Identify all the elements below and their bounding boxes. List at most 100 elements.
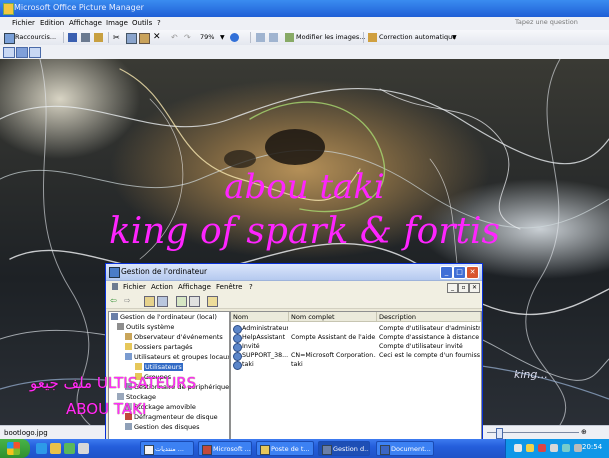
chevron-down-icon[interactable]: ▼ — [220, 33, 229, 42]
app-icon — [3, 3, 14, 15]
users-groups-icon — [125, 353, 132, 360]
shortcuts-button[interactable]: Raccourcis... — [15, 32, 56, 43]
menu-image[interactable]: Image — [106, 19, 128, 27]
rotate-left-icon[interactable] — [256, 33, 265, 42]
storage-icon — [117, 393, 124, 400]
single-picture-view-icon[interactable] — [29, 47, 41, 58]
user-icon — [233, 343, 242, 352]
zoom-in-icon[interactable]: ⊕ — [581, 428, 590, 437]
task-button[interactable]: Microsoft ... — [198, 441, 252, 456]
tray-warning-icon[interactable] — [526, 444, 534, 452]
quicklaunch-folder-icon[interactable] — [50, 443, 61, 454]
tray-connection-icon[interactable] — [562, 444, 570, 452]
thumbnail-view-icon[interactable] — [3, 47, 15, 58]
close-button[interactable]: ✕ — [466, 266, 479, 279]
email-icon[interactable] — [94, 33, 103, 42]
tree-node[interactable]: Dossiers partagés — [125, 343, 193, 352]
menu-edition[interactable]: Edition — [40, 19, 64, 27]
redo-icon[interactable]: ↷ — [184, 33, 193, 42]
minimize-button[interactable]: _ — [440, 266, 453, 279]
tray-volume-icon[interactable] — [550, 444, 558, 452]
tree-node[interactable]: Gestion de l'ordinateur (local) — [111, 313, 217, 322]
back-arrow-icon[interactable]: ⇦ — [110, 296, 119, 305]
user-fullname: Compte Assistant de l'aide... — [291, 334, 376, 341]
user-name[interactable]: Administrateur — [242, 324, 288, 333]
child-restore-button[interactable]: ▫ — [458, 283, 469, 293]
overlay-users-text: ULTISATEURS — [96, 374, 197, 392]
start-button[interactable] — [0, 439, 30, 458]
task-button[interactable]: منتديات ... — [140, 441, 194, 456]
toolbar-overflow-icon[interactable]: ▼ — [452, 33, 461, 42]
export-list-icon[interactable] — [189, 296, 200, 307]
rotate-right-icon[interactable] — [269, 33, 278, 42]
user-name[interactable]: SUPPORT_38... — [242, 351, 288, 360]
menu-outils[interactable]: Outils — [132, 19, 152, 27]
zoom-select[interactable]: 79% — [200, 32, 214, 43]
tree-node[interactable]: Observateur d'événements — [125, 333, 223, 342]
task-management-icon — [322, 445, 332, 455]
tools-icon — [117, 323, 124, 330]
properties-icon[interactable] — [207, 296, 218, 307]
tree-node[interactable]: Gestion des disques — [125, 423, 199, 432]
user-name[interactable]: Invité — [242, 342, 288, 351]
child-close-button[interactable]: ✕ — [469, 283, 480, 293]
user-name[interactable]: taki — [242, 360, 288, 369]
cm-menu-help[interactable]: ? — [249, 283, 253, 291]
zoom-slider-handle[interactable] — [496, 428, 503, 439]
user-name[interactable]: HelpAssistant — [242, 333, 288, 342]
help-icon[interactable] — [230, 33, 239, 42]
picture-manager-titlebar: Microsoft Office Picture Manager — [0, 0, 609, 17]
toolbar-separator — [363, 32, 364, 43]
edit-images-icon[interactable] — [285, 33, 294, 42]
undo-icon[interactable]: ↶ — [171, 33, 180, 42]
tree-node[interactable]: Utilisateurs et groupes locaux — [125, 353, 229, 362]
maximize-button[interactable]: □ — [453, 266, 466, 279]
cut-icon[interactable]: ✂ — [113, 33, 122, 42]
column-header-name[interactable]: Nom — [231, 312, 289, 322]
copy-icon[interactable] — [126, 33, 137, 44]
help-search-input[interactable]: Tapez une question — [515, 18, 607, 28]
task-button[interactable]: Document... — [376, 441, 434, 456]
tree-node[interactable]: Outils système — [117, 323, 174, 332]
computer-management-icon — [109, 267, 120, 278]
column-header-description[interactable]: Description — [377, 312, 481, 322]
shortcuts-icon[interactable] — [4, 33, 15, 44]
cm-menu-fichier[interactable]: Fichier — [123, 283, 146, 291]
refresh-icon[interactable] — [176, 296, 187, 307]
child-minimize-button[interactable]: _ — [447, 283, 458, 293]
menu-help[interactable]: ? — [157, 19, 161, 27]
cm-menu-action[interactable]: Action — [151, 283, 173, 291]
art-signature: king... — [514, 368, 548, 381]
computer-icon — [111, 313, 118, 320]
filmstrip-view-icon[interactable] — [16, 47, 28, 58]
edit-images-button[interactable]: Modifier les images... — [296, 32, 365, 43]
shared-folder-icon — [125, 343, 132, 350]
quicklaunch-desktop-icon[interactable] — [78, 443, 89, 454]
forward-arrow-icon[interactable]: ⇨ — [124, 296, 133, 305]
tray-misc-icon[interactable] — [574, 444, 582, 452]
auto-correct-button[interactable]: Correction automatique — [379, 32, 456, 43]
task-button-active[interactable]: Gestion d... — [318, 441, 370, 456]
cm-menu-affichage[interactable]: Affichage — [178, 283, 211, 291]
column-header-fullname[interactable]: Nom complet — [289, 312, 377, 322]
cm-system-menu-icon[interactable] — [112, 283, 118, 290]
task-button[interactable]: Poste de t... — [256, 441, 314, 456]
save-icon[interactable] — [68, 33, 77, 42]
menu-affichage[interactable]: Affichage — [69, 19, 102, 27]
tree-node-selected[interactable]: Utilisateurs — [135, 363, 183, 372]
quicklaunch-ie-icon[interactable] — [36, 443, 47, 454]
delete-icon[interactable]: ✕ — [153, 33, 162, 42]
clock[interactable]: 20:54 — [582, 443, 602, 451]
auto-correct-icon[interactable] — [368, 33, 377, 42]
tray-security-icon[interactable] — [538, 444, 546, 452]
menu-fichier[interactable]: Fichier — [12, 19, 35, 27]
overlay-arabic-prefix: ملف جيعو — [30, 374, 93, 392]
print-icon[interactable] — [81, 33, 90, 42]
tray-network-icon[interactable] — [514, 444, 522, 452]
paste-icon[interactable] — [139, 33, 150, 44]
art-title-abou-taki: abou taki — [224, 167, 385, 207]
cm-menu-fenetre[interactable]: Fenêtre — [216, 283, 242, 291]
show-tree-icon[interactable] — [157, 296, 168, 307]
up-folder-icon[interactable] — [144, 296, 155, 307]
quicklaunch-media-icon[interactable] — [64, 443, 75, 454]
